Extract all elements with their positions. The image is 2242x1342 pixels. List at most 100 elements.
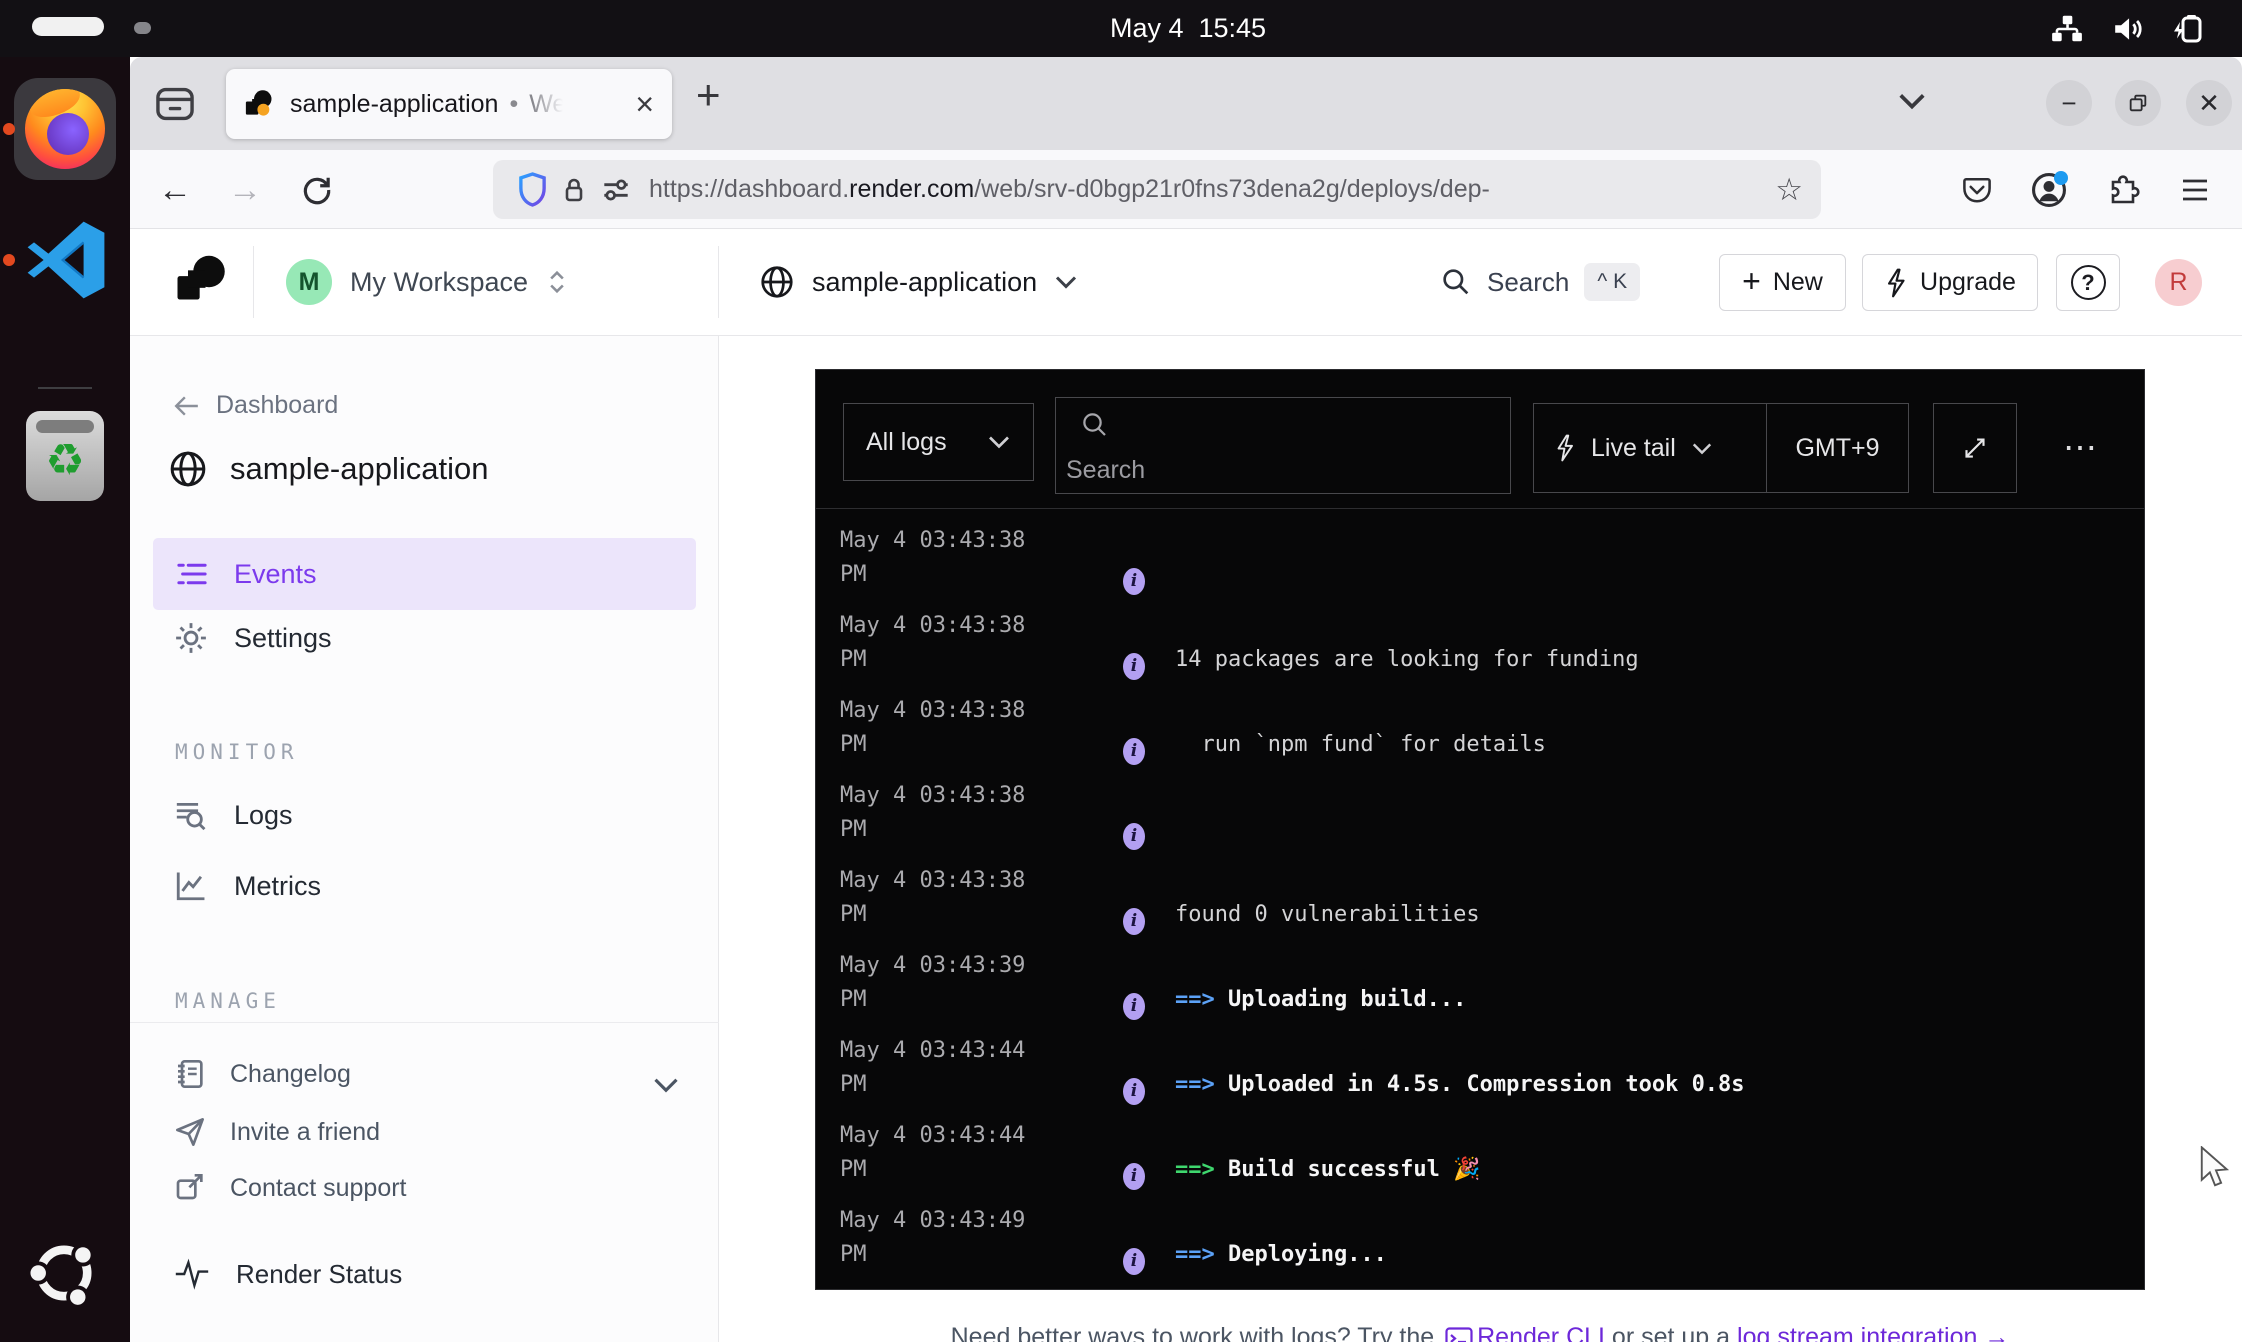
render-logo[interactable] — [174, 254, 230, 310]
dock-firefox-button[interactable] — [14, 78, 116, 180]
reload-icon[interactable] — [294, 167, 340, 213]
log-filter-dropdown[interactable]: All logs — [843, 403, 1034, 481]
workspace-dot-indicator[interactable] — [134, 22, 151, 34]
dock-vscode-button[interactable] — [26, 220, 106, 300]
info-icon: i — [1123, 1163, 1145, 1190]
render-cli-link[interactable]: Render CLI — [1477, 1323, 1605, 1342]
app-header: M My Workspace sample-application Search… — [130, 229, 2242, 336]
render-status-label: Render Status — [236, 1259, 402, 1290]
global-search-button[interactable]: Search ^ K — [1440, 229, 1640, 335]
lock-icon[interactable] — [553, 169, 595, 211]
events-list-icon — [176, 559, 208, 589]
screen: May 4 15:45 ♻ — [0, 0, 2242, 1342]
list-all-tabs-icon[interactable] — [1897, 91, 1927, 111]
dock-trash-button[interactable]: ♻ — [26, 411, 104, 501]
sidebar-item-invite[interactable]: Invite a friend — [174, 1116, 380, 1148]
log-message: 14 packages are looking for funding — [1175, 647, 1639, 672]
url-text[interactable]: https://dashboard.render.com/web/srv-d0b… — [649, 175, 1765, 204]
log-row: May 4 03:43:38 PM i 14 packages are lookin… — [840, 602, 2048, 687]
live-tail-label: Live tail — [1591, 434, 1676, 463]
volume-icon — [2112, 14, 2144, 44]
timezone-button[interactable]: GMT+9 — [1767, 434, 1908, 463]
window-minimize-button[interactable]: − — [2046, 80, 2092, 126]
sidebar-item-metrics[interactable]: Metrics — [174, 869, 321, 903]
log-message: Build successful 🎉 — [1228, 1157, 1481, 1182]
dock-show-apps-button[interactable] — [21, 1230, 107, 1316]
live-tail-dropdown[interactable]: Live tail — [1534, 404, 1767, 492]
chevron-down-icon — [1054, 274, 1078, 290]
firefox-icon — [25, 89, 105, 169]
gear-icon — [174, 621, 208, 655]
metrics-label: Metrics — [234, 871, 321, 902]
account-avatar[interactable]: R — [2155, 259, 2202, 306]
account-notification-dot — [2054, 171, 2068, 185]
back-label: Dashboard — [216, 391, 338, 420]
chevron-down-icon — [987, 434, 1011, 450]
log-timestamp: May 4 03:43:38 PM — [840, 609, 1065, 677]
search-label: Search — [1487, 267, 1569, 298]
log-row: May 4 03:43:38 PMi run `npm fund` for de… — [840, 687, 2048, 772]
workspace-selector[interactable]: M My Workspace — [286, 229, 568, 335]
render-favicon — [244, 89, 274, 119]
log-search-input[interactable]: Search — [1055, 397, 1511, 494]
browser-toolbar: ← → https://dashboard.render.com/web/srv… — [130, 150, 2242, 229]
hamburger-menu-icon[interactable] — [2172, 167, 2218, 213]
system-clock[interactable]: May 4 15:45 — [1018, 0, 1358, 57]
browser-tab-strip: sample-application • We × + − ✕ — [130, 57, 2242, 150]
info-icon: i — [1123, 908, 1145, 935]
settings-label: Settings — [234, 623, 332, 654]
main-content: All logs Search Live tail GMT+9 — [719, 336, 2242, 1342]
help-button[interactable]: ? — [2056, 254, 2120, 311]
workspace-pill-indicator[interactable] — [32, 17, 104, 36]
sidebar-item-settings[interactable]: Settings — [174, 621, 332, 655]
changelog-notebook-icon — [174, 1058, 206, 1090]
bookmark-star-icon[interactable]: ☆ — [1775, 172, 1803, 208]
tab-separator: • — [509, 90, 518, 119]
log-panel: All logs Search Live tail GMT+9 — [815, 369, 2145, 1290]
pocket-icon[interactable] — [1954, 167, 2000, 213]
system-tray[interactable] — [2050, 0, 2208, 57]
changelog-label: Changelog — [230, 1060, 351, 1089]
expand-logs-button[interactable] — [1933, 403, 2017, 493]
log-row: May 4 03:43:44 PMi==> Build successful 🎉 — [840, 1112, 2048, 1197]
info-icon: i — [1123, 653, 1145, 680]
url-bar[interactable]: https://dashboard.render.com/web/srv-d0b… — [493, 160, 1821, 219]
sidebar-item-logs[interactable]: Logs — [174, 798, 293, 832]
sidebar-section-manage: MANAGE — [175, 989, 281, 1013]
log-row: May 4 03:43:44 PMi==> Uploaded in 4.5s. … — [840, 1027, 2048, 1112]
log-stream-link[interactable]: log stream integration → — [1737, 1323, 2009, 1342]
permissions-sliders-icon[interactable] — [595, 169, 637, 211]
sidebar-item-contact-support[interactable]: Contact support — [174, 1172, 407, 1204]
events-label: Events — [234, 559, 317, 590]
upgrade-button[interactable]: Upgrade — [1862, 254, 2038, 311]
sidebar-item-render-status[interactable]: Render Status — [174, 1258, 402, 1290]
url-path: /web/srv-d0bgp21r0fns73dena2g/deploys/de… — [974, 175, 1490, 203]
tab-close-icon[interactable]: × — [635, 88, 654, 120]
logs-search-icon — [174, 798, 208, 832]
sidebar-item-events[interactable]: Events — [153, 538, 696, 610]
log-message: Deploying... — [1228, 1242, 1387, 1267]
account-icon[interactable] — [2026, 167, 2072, 213]
browser-tab[interactable]: sample-application • We × — [226, 69, 672, 139]
changelog-chevron-down-icon[interactable] — [652, 1076, 680, 1094]
back-icon[interactable]: ← — [152, 167, 198, 213]
service-title: sample-application — [230, 451, 488, 487]
sidebar-back-to-dashboard[interactable]: Dashboard — [174, 391, 338, 420]
globe-icon — [759, 264, 795, 300]
forward-icon[interactable]: → — [222, 167, 268, 213]
log-arrow-prefix: ==> — [1175, 1242, 1228, 1267]
log-timestamp: May 4 03:44:01 PM — [840, 1289, 1065, 1291]
service-selector[interactable]: sample-application — [759, 229, 1078, 335]
new-tab-button[interactable]: + — [696, 71, 721, 119]
new-button[interactable]: + New — [1719, 254, 1846, 311]
log-footer: Need better ways to work with logs? Try … — [815, 1323, 2145, 1342]
window-close-button[interactable]: ✕ — [2186, 80, 2232, 126]
extensions-puzzle-icon[interactable] — [2100, 167, 2146, 213]
firefox-view-icon[interactable] — [154, 83, 196, 125]
window-restore-button[interactable] — [2115, 80, 2161, 126]
sidebar-item-changelog[interactable]: Changelog — [174, 1058, 351, 1090]
log-timestamp: May 4 03:43:38 PM — [840, 524, 1065, 592]
upgrade-button-label: Upgrade — [1920, 268, 2016, 297]
shield-icon[interactable] — [511, 169, 553, 211]
log-more-options-button[interactable]: ⋯ — [2056, 403, 2106, 493]
